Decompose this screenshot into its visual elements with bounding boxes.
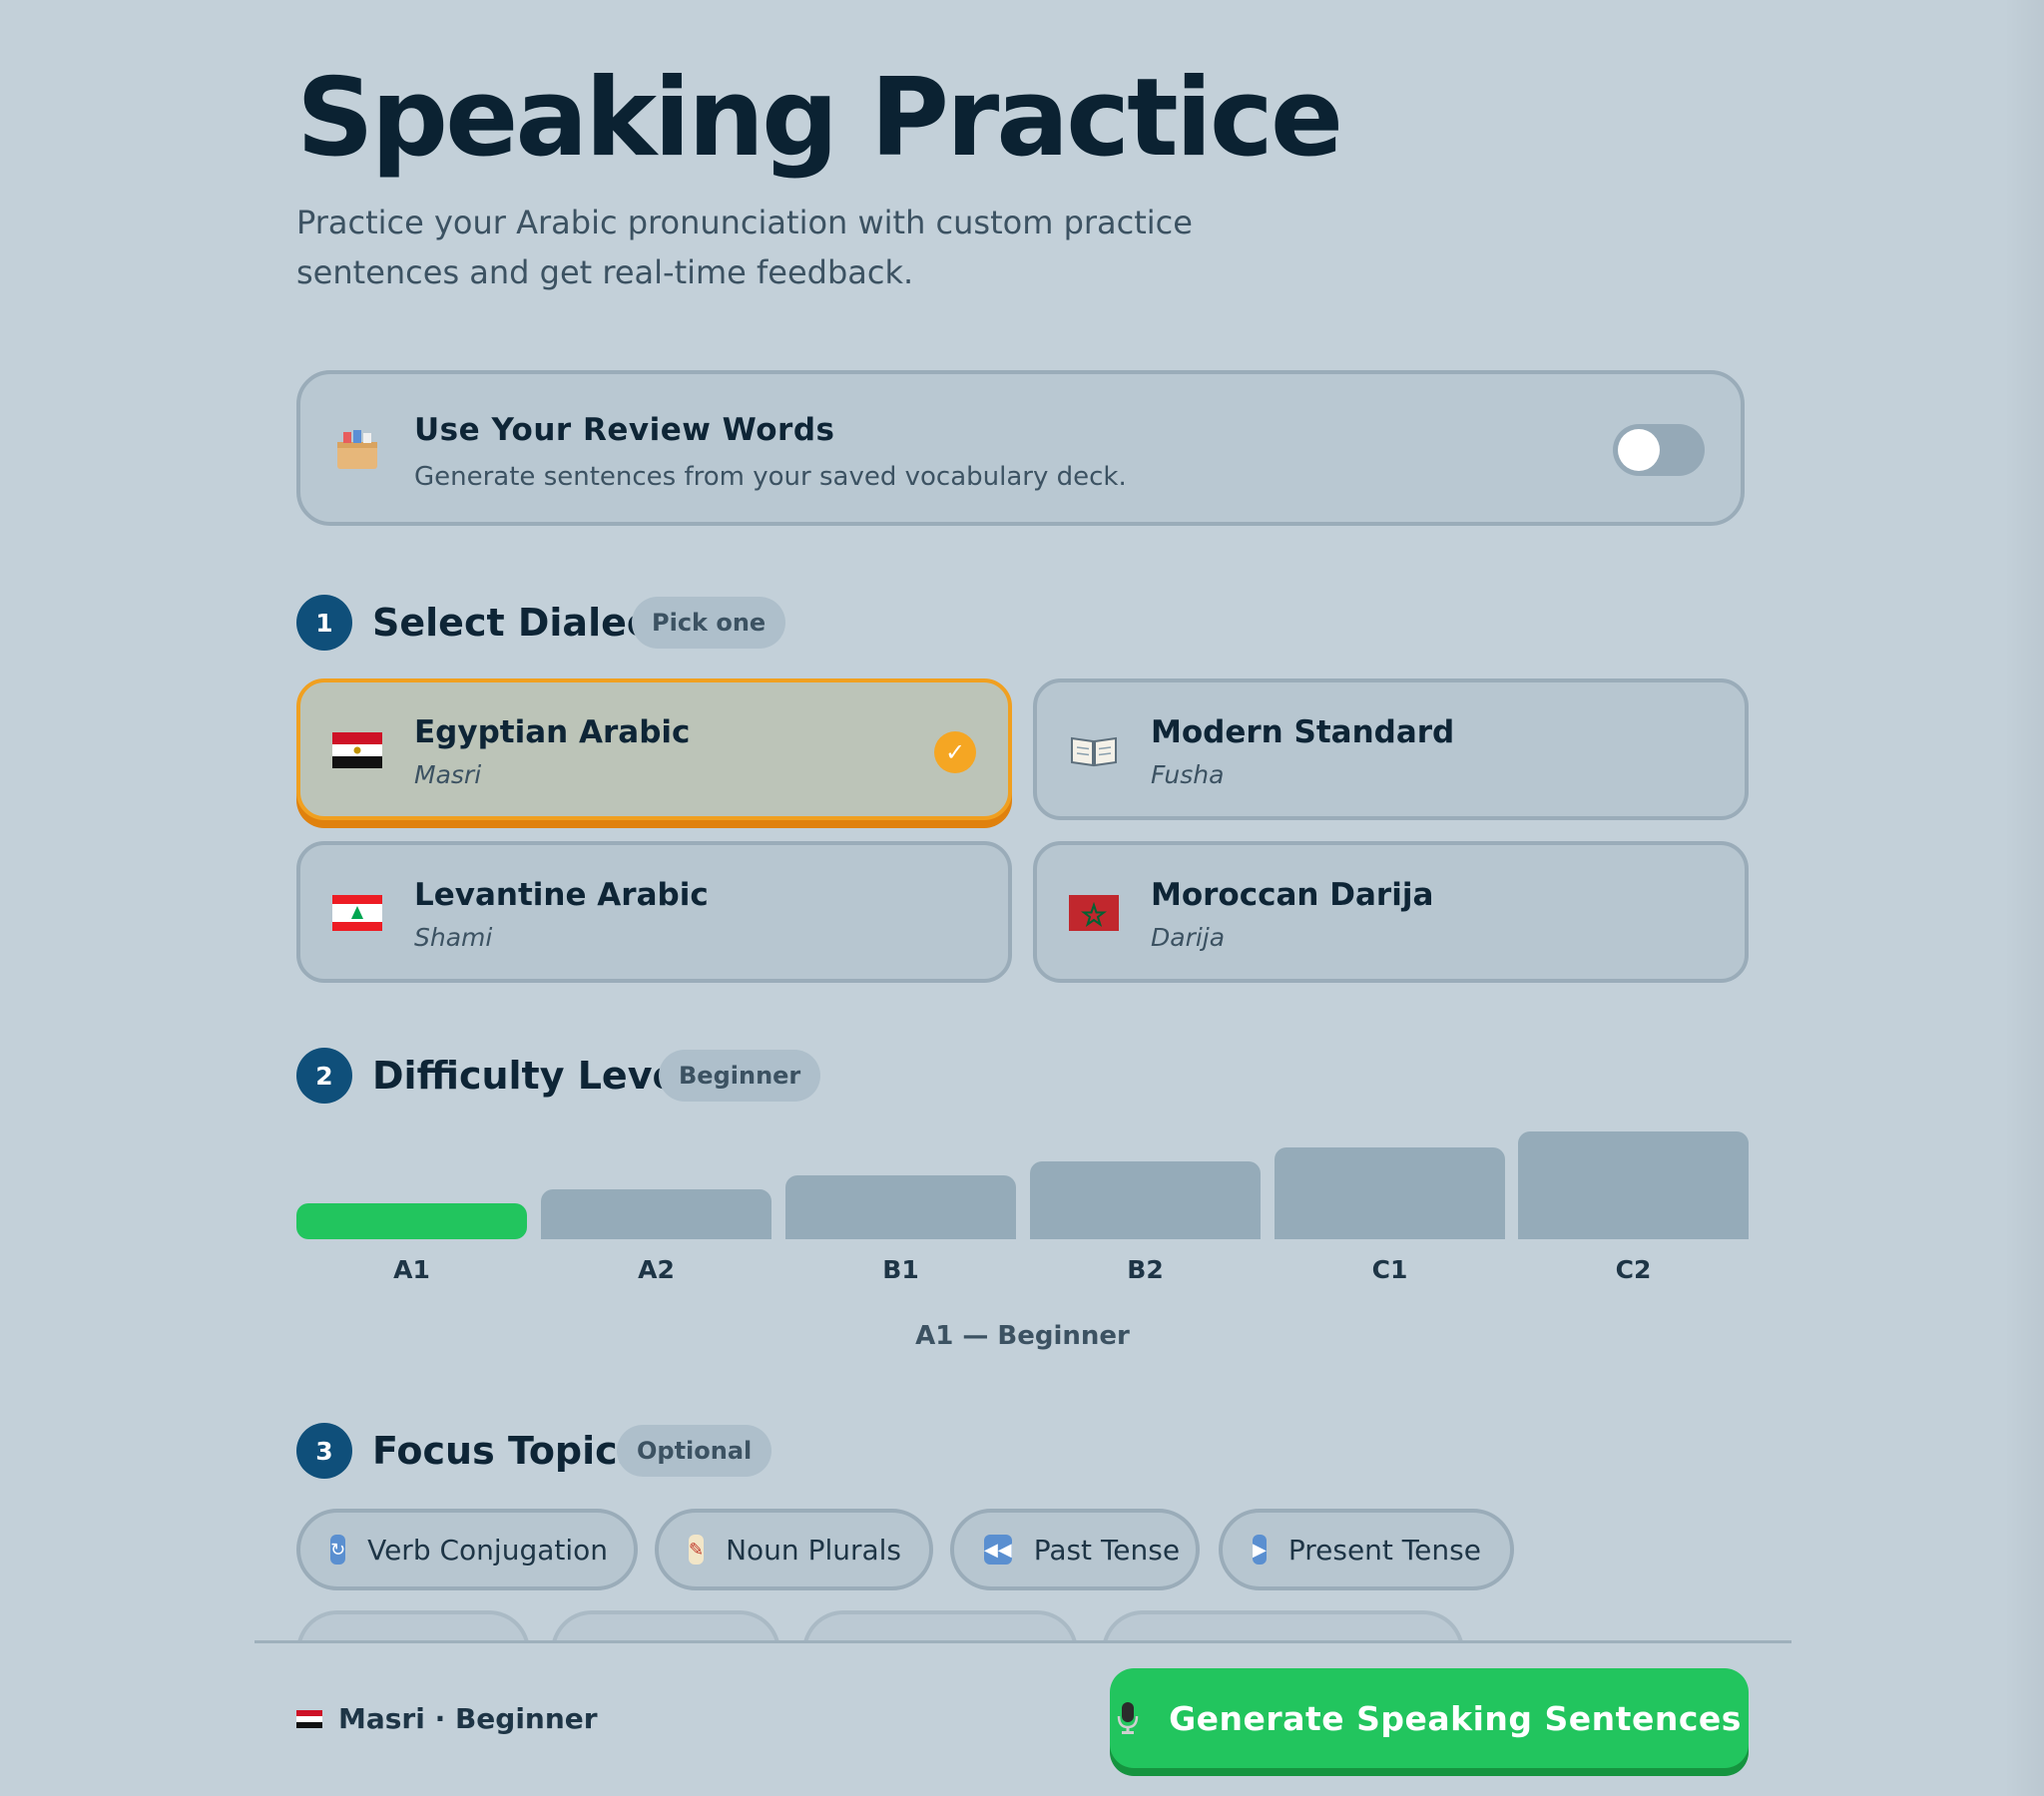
dialect-section-header: 1 Select Dialect Pick one	[296, 595, 1095, 653]
card-box-icon	[337, 430, 377, 469]
edge-shadow	[2004, 0, 2044, 1796]
topic-label: Past Tense	[1033, 1533, 1181, 1567]
review-words-description: Generate sentences from your saved vocab…	[414, 462, 1127, 492]
dialect-subtitle: Shami	[414, 923, 493, 952]
review-words-card[interactable]: Use Your Review Words Generate sentences…	[296, 370, 1745, 526]
difficulty-section-title: Difficulty Level	[372, 1054, 692, 1098]
dialect-name: Moroccan Darija	[1151, 877, 1434, 913]
level-bar-c1[interactable]	[1275, 1147, 1505, 1239]
step-number-1: 1	[296, 595, 352, 651]
level-bar-a1[interactable]	[296, 1203, 527, 1239]
dialect-name: Egyptian Arabic	[414, 714, 691, 750]
level-label-c2: C2	[1615, 1255, 1652, 1284]
optional-badge: Optional	[617, 1425, 772, 1477]
step-number-2: 2	[296, 1048, 352, 1104]
level-label-b2: B2	[1127, 1255, 1164, 1284]
dialect-subtitle: Fusha	[1151, 760, 1225, 789]
dialect-option-moroccan[interactable]: Moroccan Darija Darija	[1033, 841, 1749, 983]
topic-label: Noun Plurals	[726, 1533, 902, 1567]
selected-level-text: A1 — Beginner	[915, 1321, 1130, 1351]
microphone-icon	[1117, 1702, 1139, 1734]
level-label-b1: B1	[882, 1255, 919, 1284]
pick-one-badge: Pick one	[632, 597, 786, 649]
topic-label: Verb Conjugation	[367, 1533, 609, 1567]
dialect-option-modern-standard[interactable]: Modern Standard Fusha	[1033, 678, 1749, 820]
topic-label: Present Tense	[1287, 1533, 1481, 1567]
selection-summary-text: Masri · Beginner	[338, 1702, 598, 1735]
generate-sentences-button[interactable]: Generate Speaking Sentences	[1110, 1668, 1749, 1768]
dialect-section-title: Select Dialect	[372, 601, 668, 645]
play-icon: ▶	[1253, 1535, 1267, 1565]
open-book-icon	[1071, 736, 1117, 767]
egypt-flag-icon	[332, 732, 382, 768]
morocco-flag-icon	[1069, 895, 1119, 931]
level-label-a1: A1	[393, 1255, 430, 1284]
dialect-subtitle: Darija	[1151, 923, 1226, 952]
selection-summary: Masri · Beginner	[296, 1702, 598, 1735]
page-title: Speaking Practice	[296, 56, 1343, 181]
cycle-arrows-icon: ↻	[330, 1535, 346, 1565]
generate-button-label: Generate Speaking Sentences	[1169, 1698, 1742, 1738]
lebanon-flag-icon	[332, 895, 382, 931]
topic-present-tense[interactable]: ▶ Present Tense	[1219, 1509, 1514, 1590]
level-bar-c2[interactable]	[1518, 1131, 1749, 1239]
topic-past-tense[interactable]: ◀◀ Past Tense	[950, 1509, 1200, 1590]
step-number-3: 3	[296, 1423, 352, 1479]
rewind-icon: ◀◀	[984, 1535, 1012, 1565]
memo-icon: ✎	[689, 1535, 705, 1565]
level-bar-b2[interactable]	[1030, 1161, 1261, 1239]
checkmark-icon: ✓	[934, 731, 976, 773]
topic-noun-plurals[interactable]: ✎ Noun Plurals	[655, 1509, 933, 1590]
dialect-option-levantine[interactable]: Levantine Arabic Shami	[296, 841, 1012, 983]
dialect-name: Levantine Arabic	[414, 877, 709, 913]
page-subtitle: Practice your Arabic pronunciation with …	[296, 204, 1193, 291]
level-label-a2: A2	[638, 1255, 675, 1284]
review-words-toggle[interactable]	[1613, 424, 1705, 476]
level-label-c1: C1	[1371, 1255, 1408, 1284]
level-bar-b1[interactable]	[785, 1175, 1016, 1239]
difficulty-bars	[296, 1127, 1749, 1239]
dialect-name: Modern Standard	[1151, 714, 1455, 750]
topics-section-header: 3 Focus Topics Optional	[296, 1423, 1195, 1481]
toggle-knob	[1618, 429, 1660, 471]
dialect-option-egyptian[interactable]: Egyptian Arabic Masri ✓	[296, 678, 1012, 820]
level-badge: Beginner	[659, 1050, 821, 1102]
topics-section-title: Focus Topics	[372, 1429, 641, 1473]
difficulty-section-header: 2 Difficulty Level Beginner	[296, 1048, 1195, 1106]
dialect-subtitle: Masri	[414, 760, 482, 789]
level-bar-a2[interactable]	[541, 1189, 771, 1239]
egypt-flag-icon	[296, 1709, 322, 1728]
review-words-title: Use Your Review Words	[414, 412, 835, 448]
topic-verb-conjugation[interactable]: ↻ Verb Conjugation	[296, 1509, 638, 1590]
